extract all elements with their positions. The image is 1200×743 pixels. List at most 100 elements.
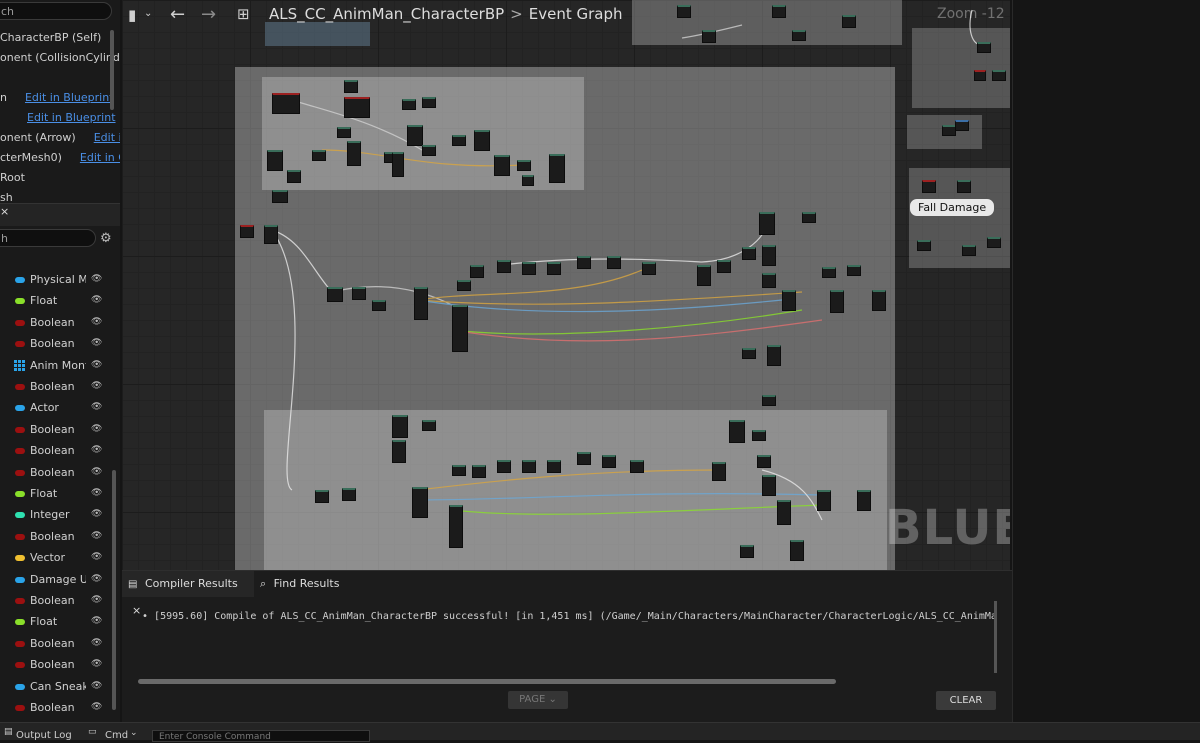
variable-row[interactable]: Boolean 👁: [0, 656, 112, 676]
bookmark-icon[interactable]: ▮: [128, 6, 136, 24]
blueprint-node[interactable]: [742, 247, 756, 260]
event-graph-canvas[interactable]: ▮ ⌄ ← → ⊞ ALS_CC_AnimMan_CharacterBP > Eve…: [122, 0, 1010, 570]
blueprint-node[interactable]: [957, 180, 971, 193]
variable-row[interactable]: Actor 👁: [0, 399, 112, 419]
blueprint-node[interactable]: [312, 150, 326, 161]
tab-compiler-results[interactable]: ▤ Compiler Results ×: [122, 571, 254, 617]
variable-row[interactable]: Boolean 👁: [0, 592, 112, 612]
edit-link[interactable]: Edit in C: [94, 131, 120, 144]
blueprint-node[interactable]: [549, 154, 565, 183]
my-blueprint-tab-close-icon[interactable]: ×: [0, 205, 9, 218]
blueprint-node[interactable]: [470, 265, 484, 278]
variable-row[interactable]: Anim Monta 👁: [0, 357, 112, 377]
blueprint-node[interactable]: [342, 488, 356, 501]
blueprint-node[interactable]: [942, 125, 956, 136]
page-button[interactable]: PAGE ⌄: [508, 691, 568, 709]
blueprint-node[interactable]: [822, 267, 836, 278]
blueprint-node[interactable]: [240, 225, 254, 238]
clear-button[interactable]: CLEAR: [936, 691, 996, 710]
variable-row[interactable]: Can Sneak 👁: [0, 678, 112, 698]
blueprint-node[interactable]: [762, 475, 776, 496]
breadcrumb-blueprint[interactable]: ALS_CC_AnimMan_CharacterBP: [269, 5, 504, 23]
blueprint-node[interactable]: [287, 170, 301, 183]
blueprint-node[interactable]: [717, 260, 731, 273]
eye-icon[interactable]: 👁: [91, 616, 102, 626]
blueprint-node[interactable]: [497, 260, 511, 273]
blueprint-node[interactable]: [677, 5, 691, 18]
blueprint-node[interactable]: [452, 465, 466, 476]
blueprint-node[interactable]: [392, 440, 406, 463]
blueprint-node[interactable]: [962, 245, 976, 256]
blueprint-node[interactable]: [872, 290, 886, 311]
eye-icon[interactable]: 👁: [91, 552, 102, 562]
component-row[interactable]: Edit in Blueprint: [0, 111, 116, 124]
blueprint-node[interactable]: [457, 280, 471, 291]
variable-row[interactable]: Integer 👁: [0, 506, 112, 526]
blueprint-node[interactable]: [712, 462, 726, 481]
blueprint-node[interactable]: [327, 287, 343, 302]
blueprint-node[interactable]: [392, 415, 408, 438]
eye-icon[interactable]: 👁: [91, 338, 102, 348]
components-search-input[interactable]: ch: [0, 2, 112, 20]
fall-damage-comment-bubble[interactable]: Fall Damage: [909, 198, 996, 217]
blueprint-node[interactable]: [494, 155, 510, 176]
component-row[interactable]: onent (CollisionCylinde: [0, 51, 120, 64]
blueprint-node[interactable]: [344, 97, 370, 118]
blueprint-node[interactable]: [729, 420, 745, 443]
tab-find-results[interactable]: ⌕ Find Results: [260, 571, 350, 597]
eye-icon[interactable]: 👁: [91, 574, 102, 584]
blueprint-node[interactable]: [740, 545, 754, 558]
blueprint-node[interactable]: [412, 487, 428, 518]
component-row[interactable]: cterMesh0) Edit in C+: [0, 151, 120, 164]
blueprint-node[interactable]: [472, 465, 486, 478]
blueprint-node[interactable]: [847, 265, 861, 276]
blueprint-node[interactable]: [642, 262, 656, 275]
blueprint-node[interactable]: [922, 180, 936, 193]
compiler-vertical-scrollbar[interactable]: [994, 601, 997, 673]
eye-icon[interactable]: 👁: [91, 424, 102, 434]
blueprint-node[interactable]: [702, 30, 716, 43]
variable-row[interactable]: Vector 👁: [0, 549, 112, 569]
gear-icon[interactable]: ⚙: [100, 231, 112, 246]
blueprint-node[interactable]: [272, 93, 300, 114]
blueprint-node[interactable]: [422, 420, 436, 431]
blueprint-node[interactable]: [630, 460, 644, 473]
cmd-button[interactable]: Cmd: [105, 730, 128, 741]
graph-hierarchy-icon[interactable]: ⊞: [237, 5, 250, 23]
blueprint-node[interactable]: [522, 262, 536, 275]
blueprint-node[interactable]: [842, 15, 856, 28]
eye-icon[interactable]: 👁: [91, 295, 102, 305]
blueprint-node[interactable]: [762, 273, 776, 288]
blueprint-node[interactable]: [407, 125, 423, 146]
tab-close-icon[interactable]: ×: [132, 604, 141, 617]
blueprint-node[interactable]: [817, 490, 831, 511]
blueprint-node[interactable]: [422, 145, 436, 156]
edit-link[interactable]: Edit in Blueprint: [27, 111, 116, 124]
eye-icon[interactable]: 👁: [91, 702, 102, 712]
blueprint-node[interactable]: [547, 262, 561, 275]
variable-row[interactable]: Boolean 👁: [0, 442, 112, 462]
eye-icon[interactable]: 👁: [91, 638, 102, 648]
blueprint-node[interactable]: [792, 30, 806, 41]
output-log-button[interactable]: Output Log: [16, 730, 72, 741]
eye-icon[interactable]: 👁: [91, 531, 102, 541]
blueprint-node[interactable]: [414, 287, 428, 320]
edit-link[interactable]: Edit in Blueprint: [25, 91, 114, 104]
compiler-horizontal-scrollbar[interactable]: [138, 679, 836, 684]
blueprint-node[interactable]: [449, 505, 463, 548]
eye-icon[interactable]: 👁: [91, 402, 102, 412]
blueprint-node[interactable]: [607, 256, 621, 269]
variable-row[interactable]: Damage UI 👁: [0, 571, 112, 591]
eye-icon[interactable]: 👁: [91, 659, 102, 669]
blueprint-node[interactable]: [757, 455, 771, 468]
blueprint-node[interactable]: [762, 395, 776, 406]
blueprint-node[interactable]: [802, 212, 816, 223]
component-row[interactable]: CharacterBP (Self): [0, 31, 101, 44]
blueprint-node[interactable]: [547, 460, 561, 473]
console-command-input[interactable]: Enter Console Command: [152, 730, 370, 742]
variables-search-input[interactable]: h: [0, 229, 96, 247]
variable-row[interactable]: Boolean 👁: [0, 464, 112, 484]
blueprint-node[interactable]: [267, 150, 283, 171]
eye-icon[interactable]: 👁: [91, 317, 102, 327]
variable-row[interactable]: Boolean 👁: [0, 635, 112, 655]
